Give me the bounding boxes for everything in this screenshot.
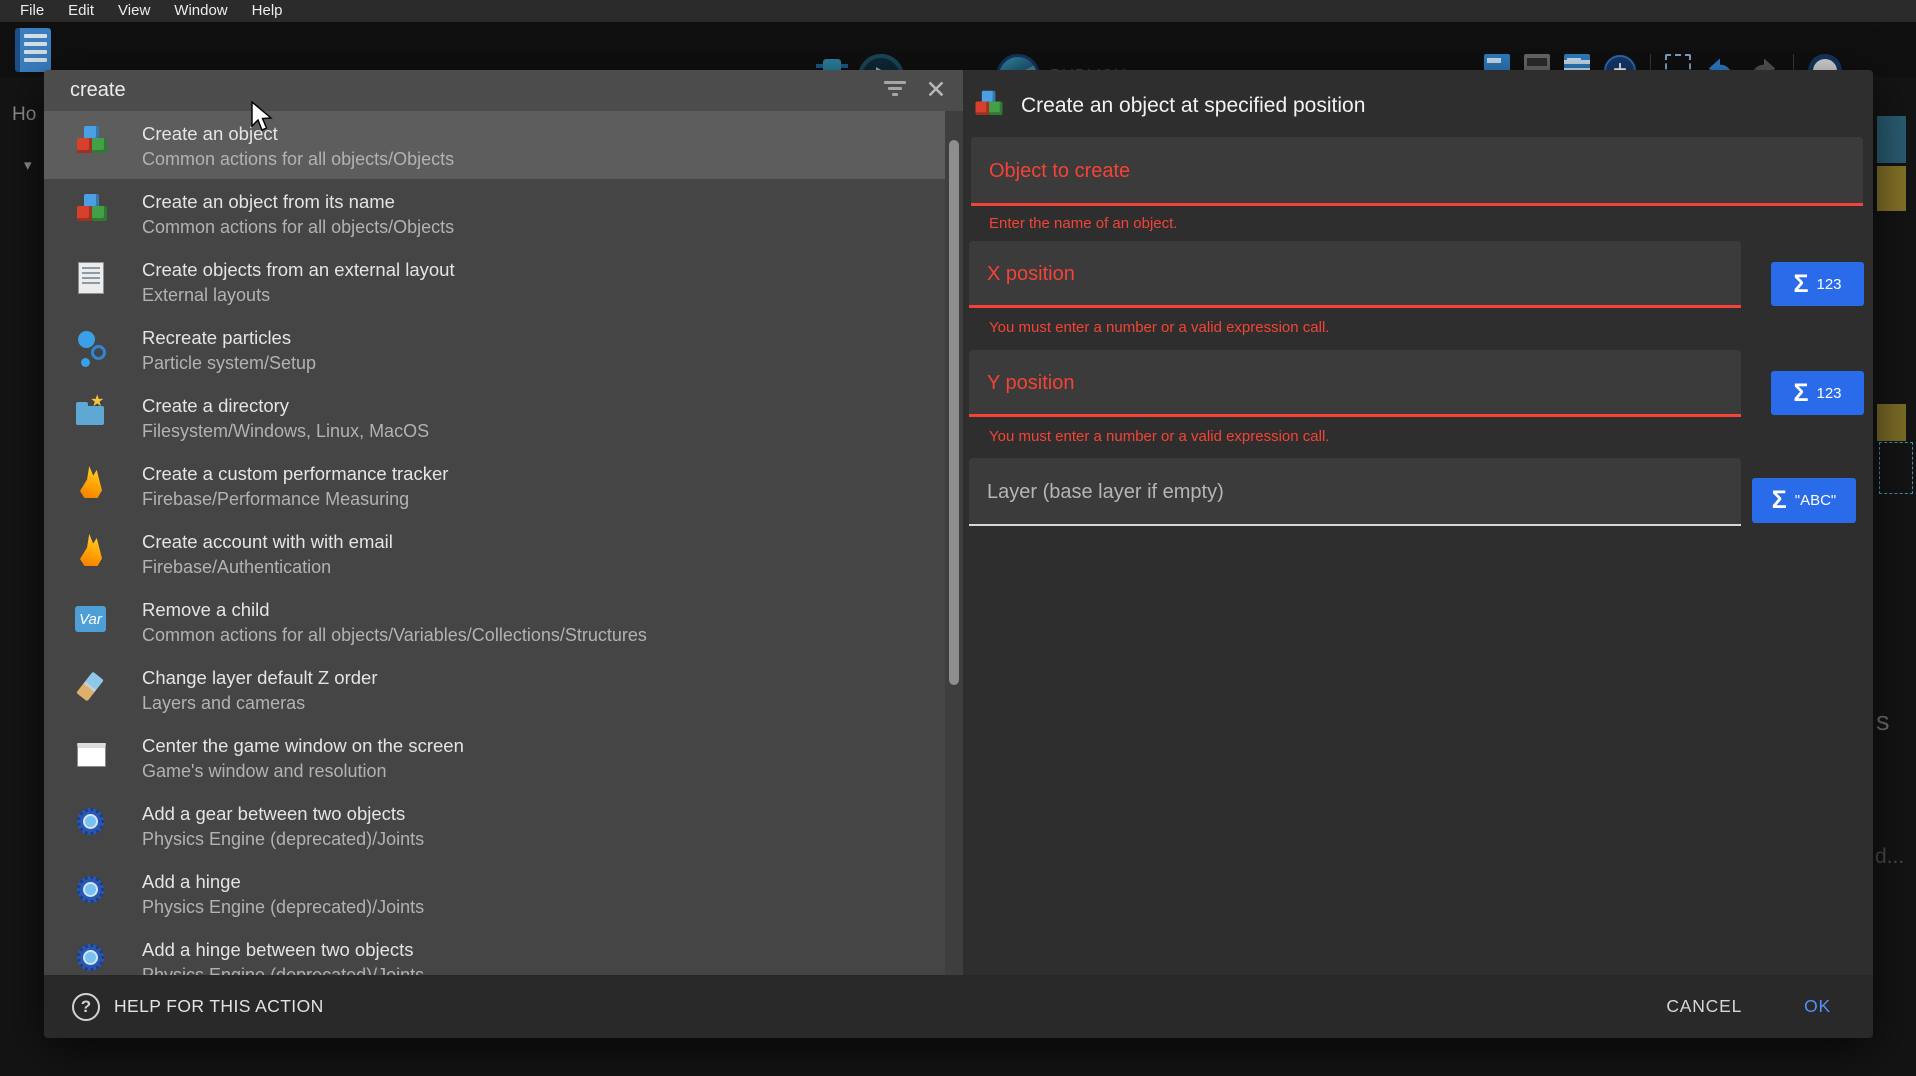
- document-table-icon: [74, 261, 110, 297]
- menu-file[interactable]: File: [8, 0, 56, 22]
- action-search-panel: ✕ Create an object Common actions for al…: [44, 70, 963, 975]
- project-manager-icon[interactable]: [15, 28, 51, 72]
- background-object-thumb-olive: [1877, 404, 1906, 441]
- background-text-fragment: d...: [1875, 845, 1904, 869]
- list-item-remove-a-child[interactable]: Var Remove a child Common actions for al…: [44, 587, 945, 655]
- firebase-flame-icon: [74, 465, 110, 501]
- action-search-input[interactable]: [70, 70, 840, 111]
- list-item-external-layout[interactable]: Create objects from an external layout E…: [44, 247, 945, 315]
- variable-badge-icon: Var: [74, 601, 110, 637]
- background-object-thumb-olive: [1877, 166, 1906, 211]
- search-bar: ✕: [44, 70, 963, 111]
- action-header: Create an object at specified position: [971, 88, 1365, 124]
- physics-gear-icon: [74, 941, 110, 975]
- dialog-footer: ? HELP FOR THIS ACTION CANCEL OK: [44, 975, 1873, 1038]
- sigma-icon: Σ: [1772, 488, 1787, 513]
- firebase-flame-icon: [74, 533, 110, 569]
- objects-cubes-icon: [74, 193, 110, 229]
- ok-button[interactable]: OK: [1804, 996, 1831, 1017]
- list-item-create-an-object[interactable]: Create an object Common actions for all …: [44, 111, 945, 179]
- layer-field[interactable]: Layer (base layer if empty): [969, 458, 1741, 526]
- list-item-add-hinge[interactable]: Add a hinge Physics Engine (deprecated)/…: [44, 859, 945, 927]
- x-position-field[interactable]: X position: [969, 241, 1741, 308]
- menu-bar: File Edit View Window Help: [0, 0, 1916, 22]
- chevron-down-icon: ▾: [24, 156, 32, 174]
- object-to-create-label: Object to create: [989, 137, 1130, 206]
- filter-icon[interactable]: [883, 81, 907, 99]
- physics-gear-icon: [74, 805, 110, 841]
- list-item-add-hinge-two-objects[interactable]: Add a hinge between two objects Physics …: [44, 927, 945, 975]
- list-item-create-account-email[interactable]: Create account with with email Firebase/…: [44, 519, 945, 587]
- y-position-label: Y position: [987, 350, 1074, 417]
- list-item-add-gear[interactable]: Add a gear between two objects Physics E…: [44, 791, 945, 859]
- objects-cubes-icon: [74, 125, 110, 161]
- list-item-recreate-particles[interactable]: Recreate particles Particle system/Setup: [44, 315, 945, 383]
- menu-edit[interactable]: Edit: [56, 0, 106, 22]
- main-toolbar: PREVIEW PUBLISH +: [0, 22, 1916, 77]
- object-to-create-field[interactable]: Object to create: [971, 137, 1863, 206]
- list-item-create-directory[interactable]: ★ Create a directory Filesystem/Windows,…: [44, 383, 945, 451]
- gdevelop-window: File Edit View Window Help PREVIEW PUBLI…: [0, 0, 1916, 1076]
- background-selection-outline: [1879, 442, 1913, 494]
- eraser-icon: [74, 669, 110, 705]
- action-title: Create an object at specified position: [1021, 94, 1365, 118]
- window-icon: [74, 737, 110, 773]
- list-item-center-game-window[interactable]: Center the game window on the screen Gam…: [44, 723, 945, 791]
- layer-label: Layer (base layer if empty): [987, 458, 1224, 526]
- menu-window[interactable]: Window: [162, 0, 239, 22]
- y-position-field[interactable]: Y position: [969, 350, 1741, 417]
- action-list: Create an object Common actions for all …: [44, 111, 945, 975]
- background-tab-fragment: Ho: [12, 104, 36, 126]
- cancel-button[interactable]: CANCEL: [1666, 996, 1742, 1017]
- background-object-thumb-teal: [1877, 116, 1906, 163]
- x-field-error: You must enter a number or a valid expre…: [989, 319, 1329, 336]
- x-expression-button[interactable]: Σ 123: [1771, 262, 1864, 306]
- list-item-change-z-order[interactable]: Change layer default Z order Layers and …: [44, 655, 945, 723]
- layer-expression-button[interactable]: Σ "ABC": [1752, 478, 1856, 523]
- instruction-editor-dialog: ✕ Create an object Common actions for al…: [44, 70, 1873, 1038]
- help-for-action-button[interactable]: HELP FOR THIS ACTION: [114, 996, 324, 1017]
- folder-star-icon: ★: [74, 397, 110, 433]
- object-field-error: Enter the name of an object.: [989, 215, 1177, 232]
- objects-cubes-icon: [973, 90, 1005, 122]
- particles-icon: [74, 329, 110, 365]
- menu-view[interactable]: View: [106, 0, 162, 22]
- y-field-error: You must enter a number or a valid expre…: [989, 428, 1329, 445]
- close-icon[interactable]: ✕: [922, 76, 950, 104]
- action-parameters-panel: Create an object at specified position O…: [963, 70, 1873, 975]
- list-scrollbar-thumb[interactable]: [949, 140, 959, 685]
- background-text-fragment: s: [1876, 706, 1890, 737]
- sigma-icon: Σ: [1793, 381, 1808, 406]
- list-item-create-from-name[interactable]: Create an object from its name Common ac…: [44, 179, 945, 247]
- item-subtitle: Common actions for all objects/Objects: [142, 149, 454, 169]
- menu-help[interactable]: Help: [240, 0, 295, 22]
- physics-gear-icon: [74, 873, 110, 909]
- x-position-label: X position: [987, 241, 1075, 308]
- list-item-performance-tracker[interactable]: Create a custom performance tracker Fire…: [44, 451, 945, 519]
- mouse-cursor: [249, 101, 273, 133]
- sigma-icon: Σ: [1793, 272, 1808, 297]
- help-icon[interactable]: ?: [72, 993, 100, 1021]
- y-expression-button[interactable]: Σ 123: [1771, 371, 1864, 415]
- list-scrollbar-track[interactable]: [945, 111, 963, 975]
